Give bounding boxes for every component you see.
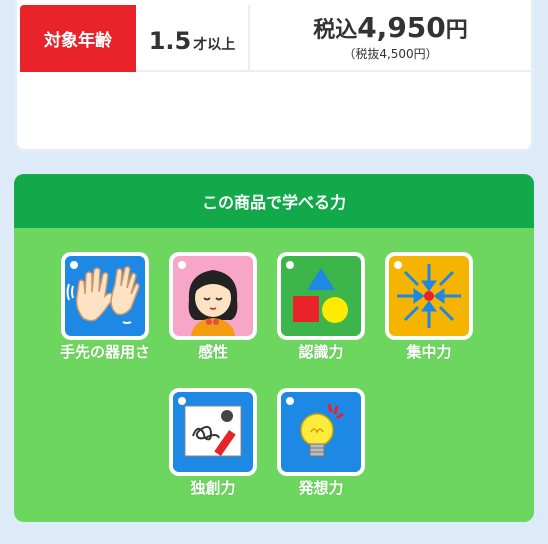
corner-dot xyxy=(178,397,186,405)
skill-label: 手先の器用さ xyxy=(59,343,150,361)
age-label: 対象年齢 xyxy=(20,5,136,72)
price-value: 4,950 xyxy=(357,10,446,44)
price-main: 税込4,950円 xyxy=(313,10,468,44)
product-info-card: 対象年齢 1.5 才以上 税込4,950円 （税抜4,500円） xyxy=(14,0,534,152)
crayon-drawing-icon xyxy=(173,392,253,472)
corner-dot xyxy=(286,261,294,269)
corner-dot xyxy=(286,397,294,405)
skill-icon-frame xyxy=(169,252,257,340)
corner-dot xyxy=(70,261,78,269)
girl-face-icon xyxy=(173,256,253,336)
hands-icon xyxy=(65,256,145,336)
skill-label: 発想力 xyxy=(298,479,344,497)
price-tax-excluded: （税抜4,500円） xyxy=(343,46,438,61)
skill-icon-frame xyxy=(277,252,365,340)
age-number: 1.5 xyxy=(148,27,192,55)
skills-panel: この商品で学べる力 手先の器用さ 感性 認識力 集中力 独創力 発想力 xyxy=(14,174,534,522)
skill-icon-frame xyxy=(61,252,149,340)
skill-label: 独創力 xyxy=(190,479,236,497)
skill-icon-frame xyxy=(277,388,365,476)
age-unit: 才以上 xyxy=(193,37,236,53)
corner-dot xyxy=(178,261,186,269)
age-value: 1.5 才以上 xyxy=(136,5,250,72)
skill-icon-frame xyxy=(169,388,257,476)
skill-item-recognition: 認識力 xyxy=(266,252,376,362)
skill-label: 感性 xyxy=(197,343,228,361)
product-info-row: 対象年齢 1.5 才以上 税込4,950円 （税抜4,500円） xyxy=(20,5,531,72)
focus-arrows-icon xyxy=(389,256,469,336)
skill-item-dexterity: 手先の器用さ xyxy=(50,252,160,362)
lightbulb-icon xyxy=(281,392,361,472)
price: 税込4,950円 （税抜4,500円） xyxy=(250,5,531,70)
price-unit: 円 xyxy=(445,17,468,43)
shapes-icon xyxy=(281,256,361,336)
skill-label: 認識力 xyxy=(298,343,344,361)
skills-title: この商品で学べる力 xyxy=(14,174,534,228)
skill-item-creativity: 独創力 xyxy=(158,388,268,498)
skill-icon-frame xyxy=(385,252,473,340)
skill-item-sensitivity: 感性 xyxy=(158,252,268,362)
skill-item-imagination: 発想力 xyxy=(266,388,376,498)
price-prefix: 税込 xyxy=(313,17,358,43)
skill-label: 集中力 xyxy=(406,343,452,361)
skill-item-concentration: 集中力 xyxy=(374,252,484,362)
corner-dot xyxy=(394,261,402,269)
